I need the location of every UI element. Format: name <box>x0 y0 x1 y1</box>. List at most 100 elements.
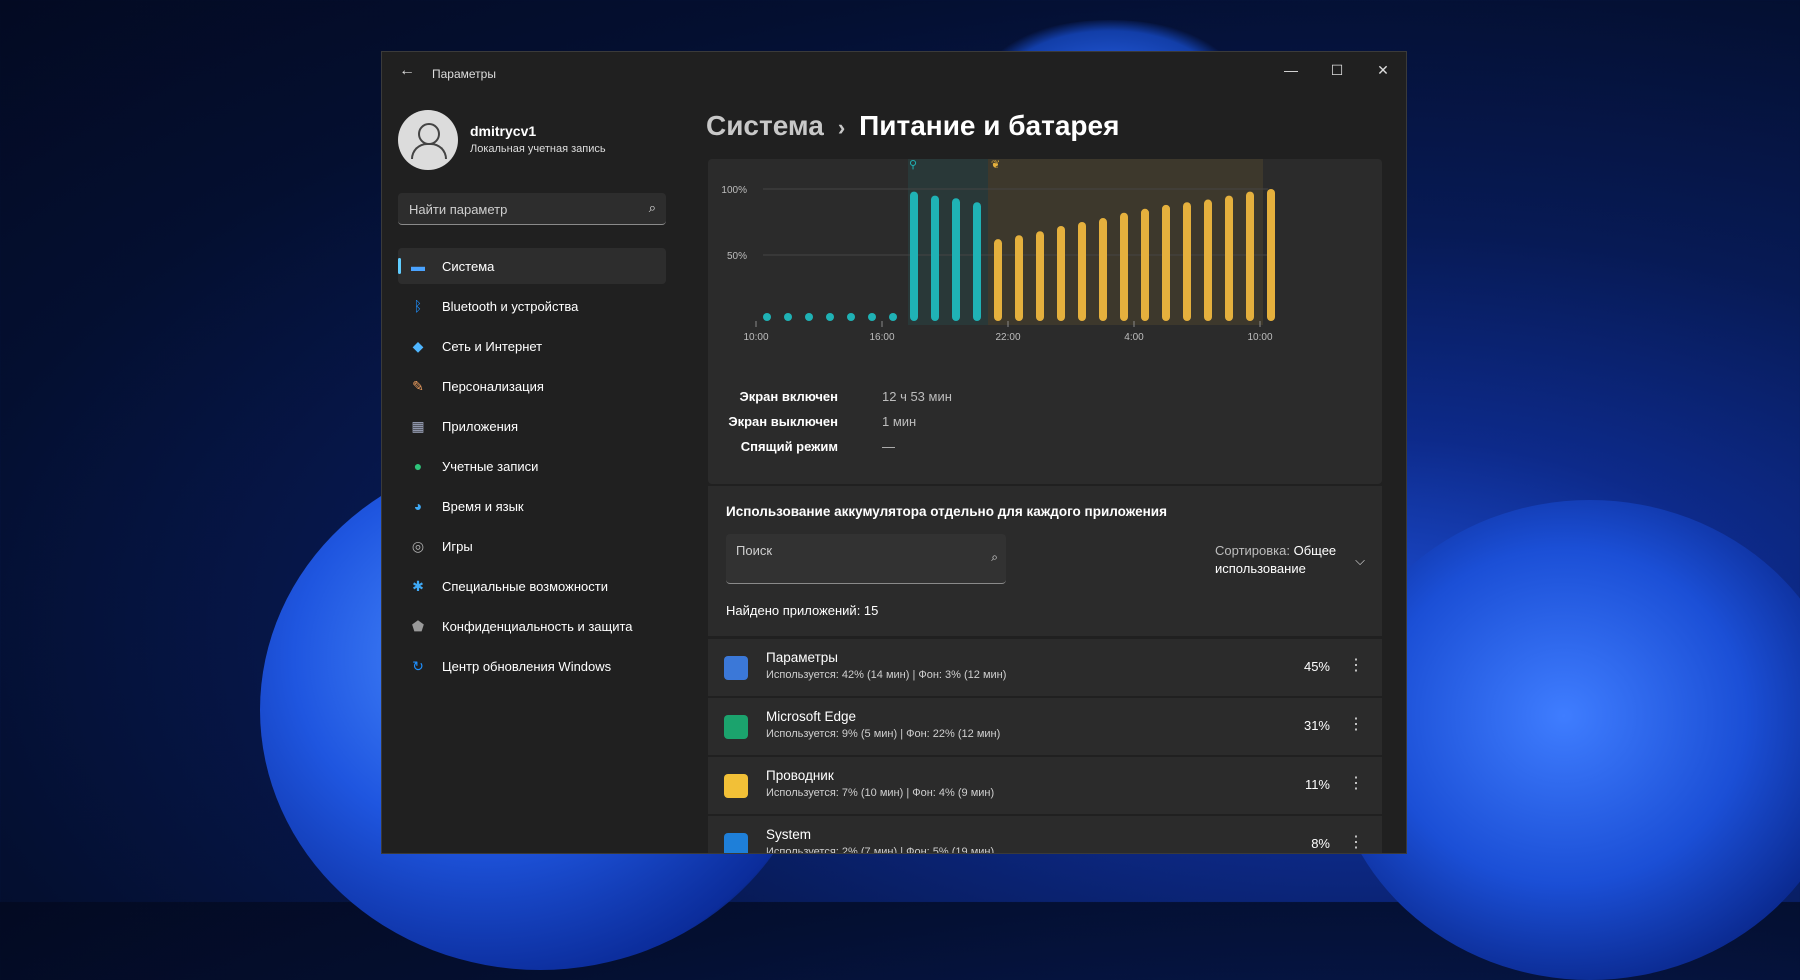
sidebar-item-update[interactable]: ↻ Центр обновления Windows <box>398 648 666 684</box>
sidebar-item-label: Центр обновления Windows <box>442 659 612 674</box>
battery-bar <box>1183 202 1191 321</box>
breadcrumb-parent[interactable]: Система <box>706 110 824 141</box>
sidebar-item-label: Сеть и Интернет <box>442 339 543 354</box>
screen-stats: Экран включен 12 ч 53 мин Экран выключен 1 … <box>708 389 1382 464</box>
sidebar-item-label: Конфиденциальность и защита <box>442 619 633 634</box>
stat-label: Экран включен <box>739 389 838 404</box>
battery-bar <box>1057 225 1065 321</box>
settings-window: ← Параметры — ☐ ✕ dmitrycv1 Локальная уч… <box>381 51 1407 854</box>
sidebar-item-bluetooth[interactable]: ᛒ Bluetooth и устройства <box>398 288 666 324</box>
stat-label: Экран выключен <box>728 414 838 429</box>
battery-bar <box>1078 222 1086 321</box>
charging-idle-dot <box>868 313 876 321</box>
user-body-icon <box>411 143 447 159</box>
folder-app-icon <box>724 774 748 798</box>
breadcrumb: Система › Питание и батарея <box>706 110 1119 142</box>
x-tick-label: 4:00 <box>1124 332 1144 343</box>
sidebar-item-shield[interactable]: ⬟ Конфиденциальность и защита <box>398 608 666 644</box>
charging-idle-dot <box>763 313 771 321</box>
app-search-input[interactable]: Поиск ⌕ <box>726 534 1006 584</box>
close-button[interactable]: ✕ <box>1360 56 1406 84</box>
app-detail: Используется: 42% (14 мин) | Фон: 3% (12… <box>766 669 1007 681</box>
sidebar-item-label: Игры <box>442 539 473 554</box>
battery-bar <box>1267 189 1275 321</box>
sidebar-item-gamepad[interactable]: ◎ Игры <box>398 528 666 564</box>
sidebar-item-apps[interactable]: ▦ Приложения <box>398 408 666 444</box>
sidebar-item-label: Учетные записи <box>442 459 539 474</box>
maximize-button[interactable]: ☐ <box>1314 56 1360 84</box>
back-button[interactable]: ← <box>396 61 418 81</box>
charging-idle-dot <box>889 313 897 321</box>
stat-label: Спящий режим <box>740 439 838 454</box>
app-detail: Используется: 2% (7 мин) | Фон: 5% (19 м… <box>766 846 995 854</box>
more-vertical-icon: ⋮ <box>1348 775 1364 792</box>
app-name: System <box>766 827 812 842</box>
stat-row: Экран включен 12 ч 53 мин <box>708 389 1382 414</box>
charging-bar <box>973 202 981 321</box>
app-row[interactable]: Проводник Используется: 7% (10 мин) | Фон… <box>708 757 1382 814</box>
page-title: Питание и батарея <box>859 110 1120 141</box>
charging-bar <box>910 191 918 321</box>
sidebar-item-monitor[interactable]: ▬ Система <box>398 248 666 284</box>
y-tick-label: 100% <box>721 185 747 196</box>
charging-idle-dot <box>847 313 855 321</box>
sidebar-item-globe-clock[interactable]: ◕ Время и язык <box>398 488 666 524</box>
battery-bar <box>1141 208 1149 321</box>
sidebar-item-label: Специальные возможности <box>442 579 608 594</box>
more-options-button[interactable]: ⋮ <box>1348 714 1364 734</box>
app-usage-header: Использование аккумулятора отдельно для … <box>708 486 1382 636</box>
settings-search-input[interactable]: Найти параметр ⌕ <box>398 193 666 225</box>
more-options-button[interactable]: ⋮ <box>1348 655 1364 675</box>
chevron-right-icon: › <box>837 115 846 140</box>
globe-clock-icon: ◕ <box>413 498 423 514</box>
sidebar-item-accessibility[interactable]: ✱ Специальные возможности <box>398 568 666 604</box>
sidebar-item-brush[interactable]: ✎ Персонализация <box>398 368 666 404</box>
search-icon: ⌕ <box>991 550 998 564</box>
minimize-button[interactable]: — <box>1268 56 1314 84</box>
app-name: Проводник <box>766 768 834 783</box>
app-detail: Используется: 7% (10 мин) | Фон: 4% (9 м… <box>766 787 995 799</box>
charging-idle-dot <box>805 313 813 321</box>
sidebar-item-label: Приложения <box>442 419 519 434</box>
sidebar-item-person[interactable]: ● Учетные записи <box>398 448 666 484</box>
more-options-button[interactable]: ⋮ <box>1348 773 1364 793</box>
sidebar-item-wifi[interactable]: ◆ Сеть и Интернет <box>398 328 666 364</box>
battery-bar <box>994 239 1002 321</box>
app-row[interactable]: System Используется: 2% (7 мин) | Фон: 5%… <box>708 816 1382 854</box>
leaf-icon: ❦ <box>991 159 1000 171</box>
settings-app-icon <box>724 656 748 680</box>
gamepad-icon: ◎ <box>411 538 425 554</box>
more-options-button[interactable]: ⋮ <box>1348 832 1364 852</box>
battery-bar <box>1036 231 1044 321</box>
battery-usage-card: ⚲ ❦ 100% 50% 10:00 16:00 22:00 4:00 10:00 Экран … <box>708 159 1382 484</box>
app-percent: 11% <box>1304 777 1330 792</box>
section-title: Использование аккумулятора отдельно для … <box>726 504 1167 519</box>
more-vertical-icon: ⋮ <box>1348 716 1364 733</box>
app-name: Параметры <box>766 650 838 665</box>
more-vertical-icon: ⋮ <box>1348 657 1364 674</box>
sort-dropdown[interactable]: Сортировка: Общее использование ⌵ <box>1215 542 1365 578</box>
wifi-icon: ◆ <box>412 338 424 354</box>
battery-level-chart: ⚲ ❦ 100% 50% 10:00 16:00 22:00 4:00 10:00 <box>721 159 1275 343</box>
x-tick-label: 16:00 <box>869 332 894 343</box>
app-search-placeholder: Поиск <box>736 543 773 558</box>
search-icon: ⌕ <box>648 200 656 215</box>
x-tick-label: 22:00 <box>995 332 1020 343</box>
sidebar-item-label: Система <box>442 259 495 274</box>
battery-bar <box>1120 212 1128 321</box>
stat-value: 1 мин <box>882 414 917 429</box>
battery-bar <box>1246 191 1254 321</box>
app-row[interactable]: Microsoft Edge Используется: 9% (5 мин) |… <box>708 698 1382 755</box>
app-detail: Используется: 9% (5 мин) | Фон: 22% (12 … <box>766 728 1001 740</box>
battery-bar <box>1204 199 1212 321</box>
battery-bar <box>1099 218 1107 321</box>
user-name: dmitrycv1 <box>470 123 537 139</box>
stat-value: — <box>882 439 895 454</box>
edge-app-icon <box>724 715 748 739</box>
battery-bar <box>1225 195 1233 321</box>
app-row[interactable]: Параметры Используется: 42% (14 мин) | Фо… <box>708 639 1382 696</box>
apps-icon: ▦ <box>411 418 425 434</box>
battery-bar <box>1015 235 1023 321</box>
avatar[interactable] <box>398 110 458 170</box>
user-head-icon <box>418 123 440 145</box>
